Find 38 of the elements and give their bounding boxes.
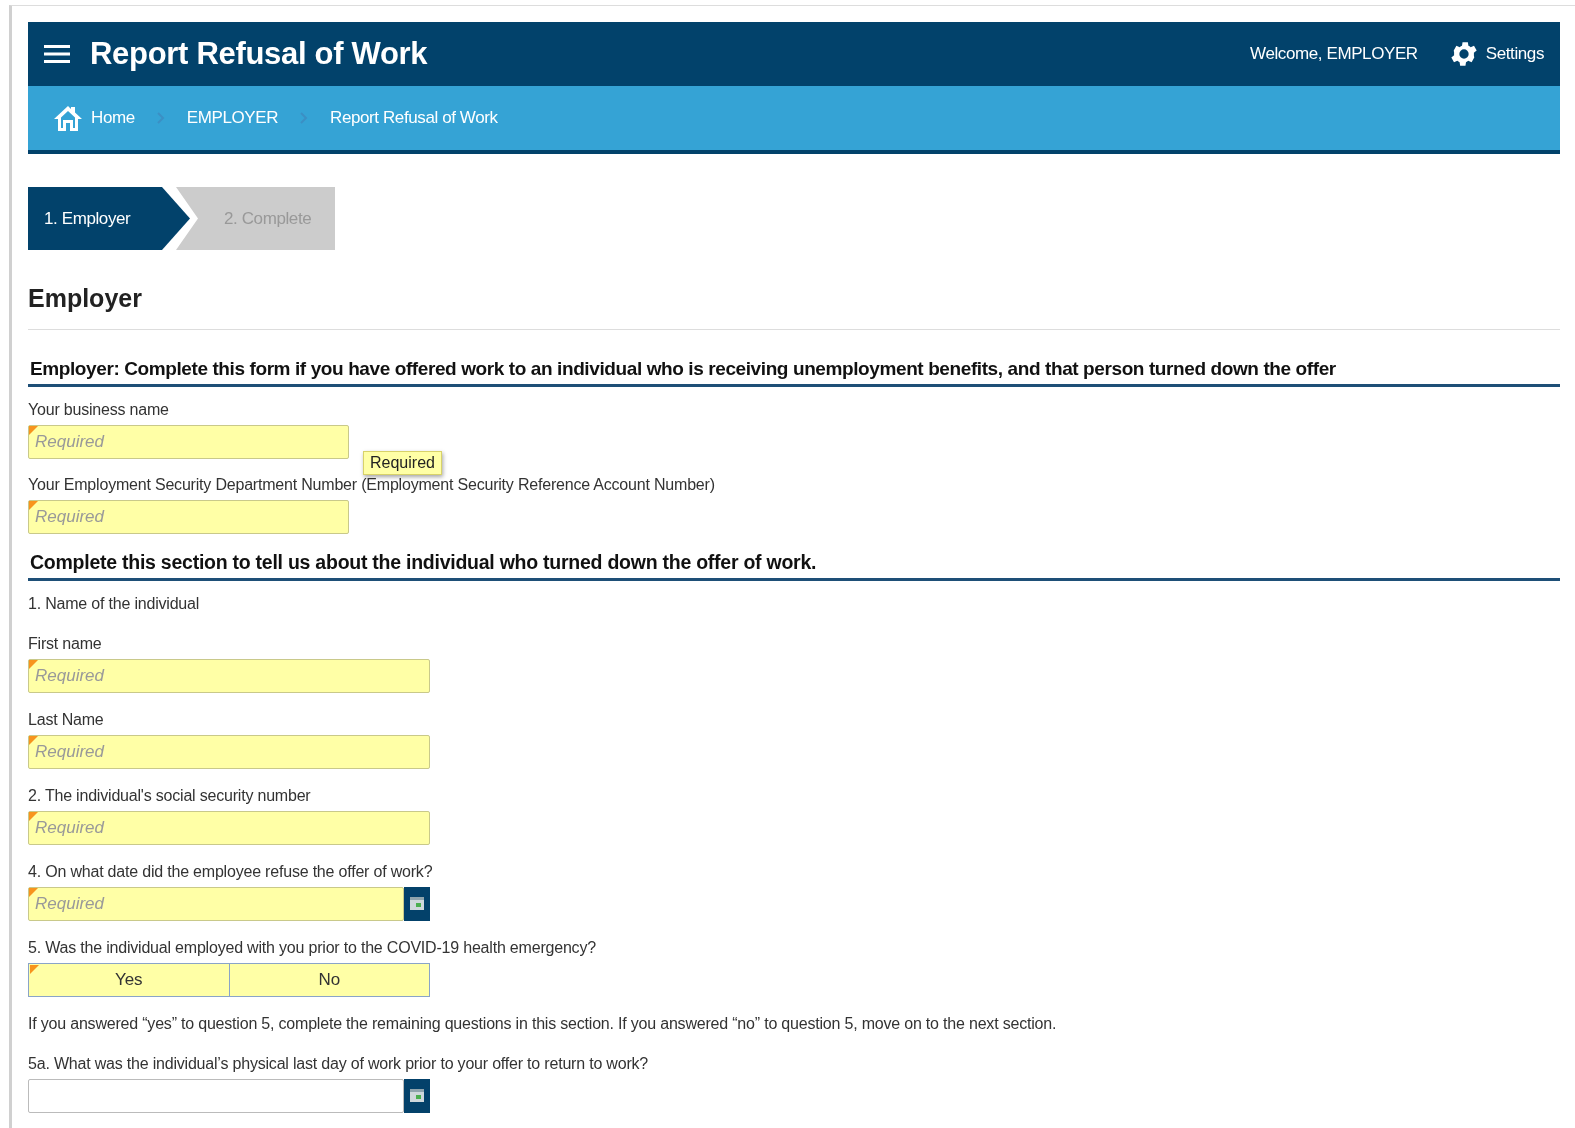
section-heading: Complete this section to tell us about the individual who turned down the offer of work. [28, 551, 1560, 581]
input-field[interactable]: Required [28, 811, 430, 845]
date-field[interactable] [28, 1079, 404, 1113]
instruction-text: 1. Name of the individual [28, 595, 201, 613]
step-tab[interactable]: 1. Employer [28, 187, 190, 250]
welcome-text: Welcome, EMPLOYER [1250, 44, 1418, 64]
field-label: 5a. What was the individual’s physical last day of work prior to your offer to return to work? [28, 1055, 650, 1073]
field-label: 5. Was the individual employed with you prior to the COVID-19 health emergency? [28, 939, 597, 957]
instruction-text: If you answered “yes” to question 5, complete the remaining questions in this section. If you answered “no” to question 5, move on to the next section. [28, 1015, 1058, 1033]
calendar-icon[interactable] [404, 1079, 430, 1113]
menu-icon [44, 44, 70, 64]
field-label: Your business name [28, 401, 170, 419]
required-corner-icon [29, 736, 38, 745]
page-title: Report Refusal of Work [90, 36, 428, 72]
required-corner-icon [29, 888, 38, 897]
input-field[interactable]: Required [28, 735, 430, 769]
date-field[interactable]: Required [28, 887, 404, 921]
field-label: 2. The individual's social security number [28, 787, 312, 805]
section-heading: Employer: Complete this form if you have offered work to an individual who is receiving unemployment benefits, and that person turned down the offer [28, 358, 1560, 387]
home-icon [53, 104, 83, 132]
settings-button[interactable]: Settings [1447, 38, 1544, 70]
field-label: Last Name [28, 711, 105, 729]
toggle-option[interactable]: No [228, 964, 429, 996]
input-field[interactable]: Required [28, 425, 349, 459]
field-label: Your Employment Security Department Number (Employment Security Reference Account Number) [28, 476, 716, 494]
input-field[interactable]: Required [28, 659, 430, 693]
section-title: Employer [28, 284, 143, 313]
calendar-icon[interactable] [404, 887, 430, 921]
tooltip: Required [363, 451, 442, 475]
required-corner-icon [29, 501, 38, 510]
field-label: First name [28, 635, 103, 653]
input-field[interactable]: Required [28, 500, 349, 534]
menu-button[interactable] [44, 44, 70, 64]
required-corner-icon [29, 426, 38, 435]
required-corner-icon [29, 812, 38, 821]
toggle-option[interactable]: Yes [29, 964, 229, 996]
required-corner-icon [29, 660, 38, 669]
field-label: 4. On what date did the employee refuse the offer of work? [28, 863, 434, 881]
